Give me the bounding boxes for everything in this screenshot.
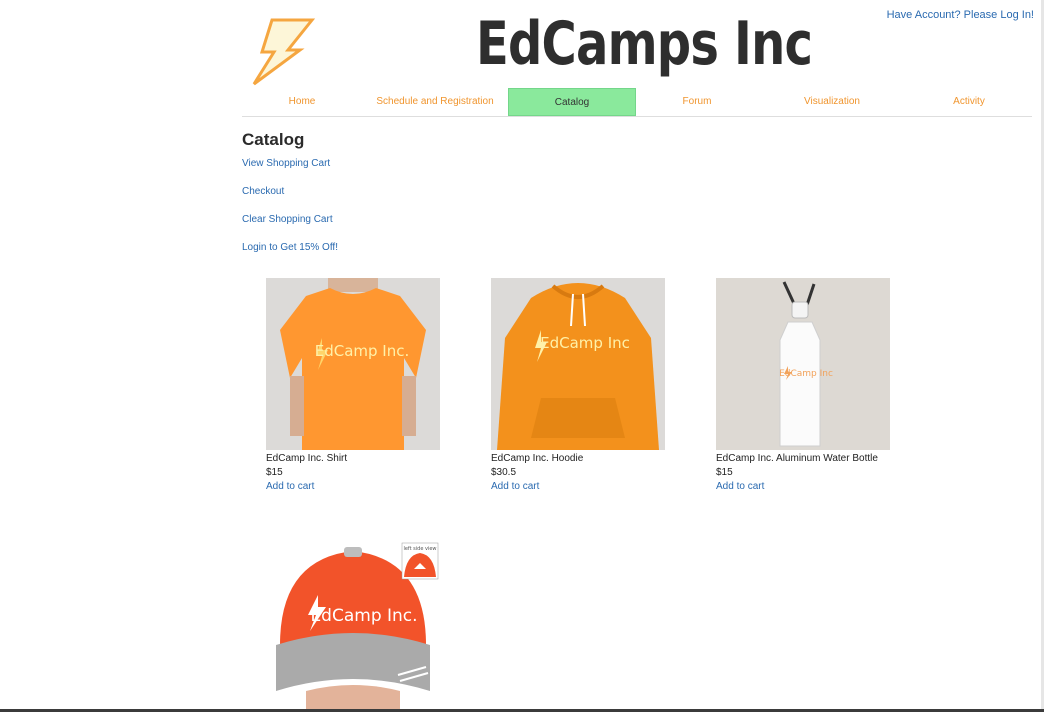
login-discount-link[interactable]: Login to Get 15% Off! bbox=[242, 242, 338, 253]
svg-text:EdCamp Inc.: EdCamp Inc. bbox=[315, 342, 410, 360]
site-title: EdCamps Inc bbox=[476, 9, 813, 79]
page: Have Account? Please Log In! EdCamps Inc… bbox=[0, 0, 1044, 712]
svg-text:EdCamp Inc.: EdCamp Inc. bbox=[310, 606, 417, 626]
product-price: $15 bbox=[266, 467, 283, 478]
product-price: $15 bbox=[716, 467, 733, 478]
product-card-hoodie: EdCamp Inc EdCamp Inc. Hoodie $30.5 Add … bbox=[491, 278, 691, 492]
nav-activity[interactable]: Activity bbox=[906, 88, 1032, 116]
product-image-hoodie[interactable]: EdCamp Inc bbox=[491, 278, 665, 450]
add-to-cart-link[interactable]: Add to cart bbox=[491, 481, 691, 492]
svg-text:left side view: left side view bbox=[403, 546, 436, 552]
product-name: EdCamp Inc. Aluminum Water Bottle bbox=[716, 453, 878, 464]
checkout-link[interactable]: Checkout bbox=[242, 186, 284, 197]
nav-catalog[interactable]: Catalog bbox=[508, 88, 636, 116]
product-name: EdCamp Inc. Hoodie bbox=[491, 453, 584, 464]
product-image-cap[interactable]: EdCamp Inc. left side view bbox=[266, 541, 440, 712]
main-nav: Home Schedule and Registration Catalog F… bbox=[242, 88, 1032, 117]
svg-text:EdCamp Inc: EdCamp Inc bbox=[779, 369, 833, 379]
view-shopping-cart-link[interactable]: View Shopping Cart bbox=[242, 158, 330, 169]
add-to-cart-link[interactable]: Add to cart bbox=[266, 481, 466, 492]
product-card-water-bottle: EdCamp Inc EdCamp Inc. Aluminum Water Bo… bbox=[716, 278, 916, 492]
nav-visualization[interactable]: Visualization bbox=[758, 88, 906, 116]
product-card-cap: EdCamp Inc. left side view bbox=[266, 541, 466, 712]
lightning-bolt-logo-icon[interactable] bbox=[248, 16, 318, 88]
add-to-cart-link[interactable]: Add to cart bbox=[716, 481, 916, 492]
hoodie-icon: EdCamp Inc bbox=[491, 278, 665, 450]
cap-icon: EdCamp Inc. left side view bbox=[266, 541, 440, 712]
page-title: Catalog bbox=[242, 130, 305, 149]
product-card-shirt: EdCamp Inc. EdCamp Inc. Shirt $15 Add to… bbox=[266, 278, 466, 492]
product-price: $30.5 bbox=[491, 467, 517, 478]
tshirt-icon: EdCamp Inc. bbox=[266, 278, 440, 450]
product-image-shirt[interactable]: EdCamp Inc. bbox=[266, 278, 440, 450]
clear-shopping-cart-link[interactable]: Clear Shopping Cart bbox=[242, 214, 333, 225]
nav-home[interactable]: Home bbox=[242, 88, 362, 116]
login-link[interactable]: Have Account? Please Log In! bbox=[887, 9, 1034, 21]
nav-forum[interactable]: Forum bbox=[636, 88, 758, 116]
svg-text:EdCamp Inc: EdCamp Inc bbox=[540, 334, 630, 352]
product-image-water-bottle[interactable]: EdCamp Inc bbox=[716, 278, 890, 450]
nav-schedule-registration[interactable]: Schedule and Registration bbox=[362, 88, 508, 116]
water-bottle-icon: EdCamp Inc bbox=[716, 278, 890, 450]
product-name: EdCamp Inc. Shirt bbox=[266, 453, 348, 464]
